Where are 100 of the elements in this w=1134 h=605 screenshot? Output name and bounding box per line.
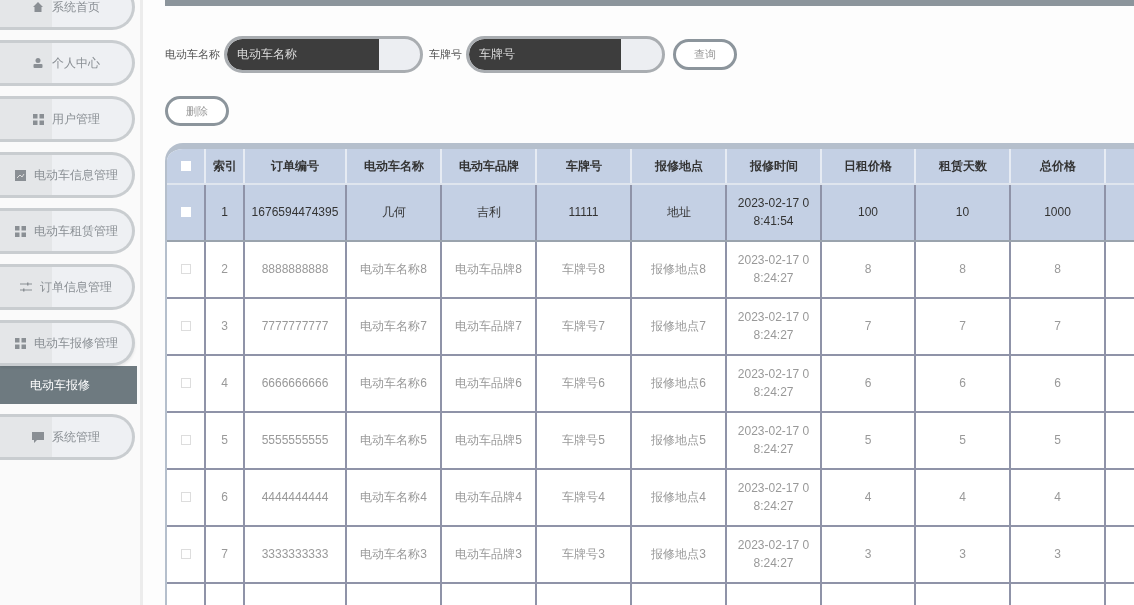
table-cell: 报修地点5 bbox=[632, 412, 727, 468]
table-cell: 6 bbox=[822, 355, 916, 411]
table-cell: 1676594474395 bbox=[245, 184, 347, 240]
table-cell: 7 bbox=[1011, 298, 1106, 354]
row-checkbox[interactable] bbox=[180, 549, 191, 560]
table-cell: 报修地点8 bbox=[632, 241, 727, 297]
table-cell: 7 bbox=[916, 298, 1011, 354]
table-cell: 6 bbox=[916, 355, 1011, 411]
table-cell: 1 bbox=[206, 184, 245, 240]
table-cell: 2023-02-17 0 8:24:27 bbox=[727, 526, 822, 582]
table-cell: 2023-02-17 0 8:41:54 bbox=[727, 184, 822, 240]
menu-item[interactable]: 电动车信息管理 bbox=[0, 152, 135, 198]
menu-item[interactable]: 系统管理 bbox=[0, 414, 135, 460]
menu-item[interactable]: 电动车报修管理 bbox=[0, 320, 135, 366]
user-icon bbox=[32, 57, 44, 69]
table-cell: 车牌号6 bbox=[537, 355, 632, 411]
field-label: 电动车名称 bbox=[165, 47, 220, 63]
table-cell: 车牌号4 bbox=[537, 469, 632, 525]
table-cell: 报修地点4 bbox=[632, 469, 727, 525]
search-field[interactable]: 电动车名称 bbox=[224, 35, 423, 73]
table-row[interactable]: 7 3333333333 电动车名称3 电动车品牌3 车牌号3 报修地点3 2023-02-17 0 8:24:27 3 3 3 bbox=[167, 526, 1134, 584]
column-header: 电动车品牌 bbox=[442, 148, 537, 183]
home-icon bbox=[32, 1, 44, 13]
table-cell: 车牌号8 bbox=[537, 241, 632, 297]
column-header: 总价格 bbox=[1011, 148, 1106, 183]
table-cell: 吉利 bbox=[442, 184, 537, 240]
menu-item[interactable]: 系统首页 bbox=[0, 0, 135, 30]
table-cell: 几何 bbox=[347, 184, 442, 240]
table-cell: 2023-02-17 0 8:24:27 bbox=[727, 469, 822, 525]
table-row[interactable]: 5 5555555555 电动车名称5 电动车品牌5 车牌号5 报修地点5 2023-02-17 0 8:24:27 5 5 5 bbox=[167, 412, 1134, 470]
row-checkbox[interactable] bbox=[180, 321, 191, 332]
submenu-item[interactable]: 电动车报修 bbox=[0, 366, 137, 404]
column-header: 索引 bbox=[206, 148, 245, 183]
table-cell: 3333333333 bbox=[245, 526, 347, 582]
table-cell: 7777777777 bbox=[245, 298, 347, 354]
grid-icon bbox=[14, 337, 26, 349]
table-cell: 4 bbox=[1011, 469, 1106, 525]
table-cell: 6 bbox=[206, 469, 245, 525]
column-header: 订单编号 bbox=[245, 148, 347, 183]
sliders-icon bbox=[20, 282, 32, 292]
chat-icon bbox=[32, 431, 44, 443]
grid-icon bbox=[14, 225, 26, 237]
table-cell: 2023-02-17 0 8:24:27 bbox=[727, 355, 822, 411]
menu-item[interactable]: 订单信息管理 bbox=[0, 264, 135, 310]
query-button[interactable]: 查询 bbox=[673, 38, 737, 70]
table-cell: 5555555555 bbox=[245, 412, 347, 468]
table-row[interactable]: 4 6666666666 电动车名称6 电动车品牌6 车牌号6 报修地点6 2023-02-17 0 8:24:27 6 6 6 bbox=[167, 355, 1134, 413]
row-checkbox[interactable] bbox=[180, 435, 191, 446]
column-header: 报修时间 bbox=[727, 148, 822, 183]
table-cell: 4444444444 bbox=[245, 469, 347, 525]
table-cell: 3 bbox=[916, 526, 1011, 582]
menu-item[interactable]: 个人中心 bbox=[0, 40, 135, 86]
table-cell: 电动车品牌3 bbox=[442, 526, 537, 582]
picture-frame-icon bbox=[14, 169, 26, 181]
column-header: 报修地点 bbox=[632, 148, 727, 183]
table-cell: 7 bbox=[822, 298, 916, 354]
table-cell: 电动车名称7 bbox=[347, 298, 442, 354]
row-checkbox[interactable] bbox=[180, 378, 191, 389]
table-cell: 8888888888 bbox=[245, 241, 347, 297]
table-cell: 6 bbox=[1011, 355, 1106, 411]
table-cell: 电动车品牌6 bbox=[442, 355, 537, 411]
table-row[interactable]: 2 8888888888 电动车名称8 电动车品牌8 车牌号8 报修地点8 2023-02-17 0 8:24:27 8 8 8 bbox=[167, 241, 1134, 299]
grid-icon bbox=[32, 113, 44, 125]
table-cell: 电动车名称3 bbox=[347, 526, 442, 582]
table-cell: 3 bbox=[206, 298, 245, 354]
table-cell: 8 bbox=[822, 241, 916, 297]
column-header: 电动车名称 bbox=[347, 148, 442, 183]
table-row[interactable]: 6 4444444444 电动车名称4 电动车品牌4 车牌号4 报修地点4 2023-02-17 0 8:24:27 4 4 4 bbox=[167, 469, 1134, 527]
table-cell: 2023-02-17 0 8:24:27 bbox=[727, 241, 822, 297]
column-header: 租赁天数 bbox=[916, 148, 1011, 183]
row-checkbox[interactable] bbox=[180, 207, 191, 218]
table-row[interactable]: 1 1676594474395 几何 吉利 11111 地址 2023-02-17 0 8:41:54 100 10 1000 bbox=[167, 184, 1134, 242]
table-cell: 8 bbox=[916, 241, 1011, 297]
row-checkbox[interactable] bbox=[180, 492, 191, 503]
table-cell: 11111 bbox=[537, 184, 632, 240]
row-checkbox[interactable] bbox=[180, 264, 191, 275]
table-cell: 电动车品牌7 bbox=[442, 298, 537, 354]
menu-item[interactable]: 用户管理 bbox=[0, 96, 135, 142]
table-cell: 电动车名称4 bbox=[347, 469, 442, 525]
table-cell: 报修地点6 bbox=[632, 355, 727, 411]
delete-button[interactable]: 删除 bbox=[165, 95, 229, 126]
table-cell: 电动车品牌4 bbox=[442, 469, 537, 525]
table-cell: 电动车品牌8 bbox=[442, 241, 537, 297]
table-cell: 地址 bbox=[632, 184, 727, 240]
table-cell: 5 bbox=[206, 412, 245, 468]
table-cell: 6666666666 bbox=[245, 355, 347, 411]
select-all-checkbox[interactable] bbox=[180, 160, 191, 171]
table-cell: 2 bbox=[206, 241, 245, 297]
table-cell: 电动车品牌5 bbox=[442, 412, 537, 468]
table-cell: 5 bbox=[822, 412, 916, 468]
table-cell: 4 bbox=[822, 469, 916, 525]
table-cell: 2023-02-17 0 8:24:27 bbox=[727, 412, 822, 468]
column-header: 日租价格 bbox=[822, 148, 916, 183]
table-cell: 4 bbox=[916, 469, 1011, 525]
search-field[interactable]: 车牌号 bbox=[466, 35, 665, 73]
menu-item[interactable]: 电动车租赁管理 bbox=[0, 208, 135, 254]
table-cell: 车牌号3 bbox=[537, 526, 632, 582]
table-row[interactable]: 3 7777777777 电动车名称7 电动车品牌7 车牌号7 报修地点7 2023-02-17 0 8:24:27 7 7 7 bbox=[167, 298, 1134, 356]
column-header: 车牌号 bbox=[537, 148, 632, 183]
table-cell: 10 bbox=[916, 184, 1011, 240]
